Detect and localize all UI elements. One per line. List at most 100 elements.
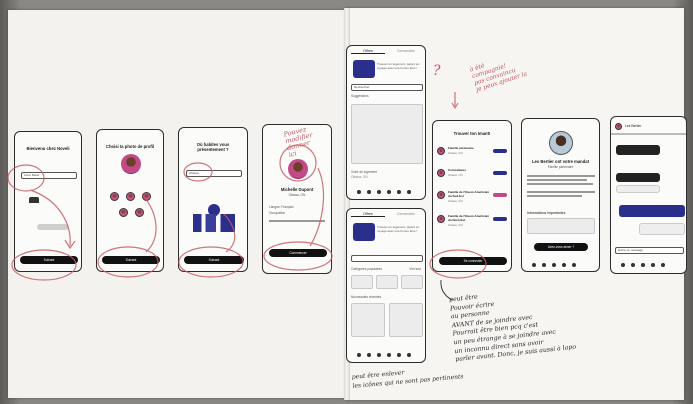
bottom-nav[interactable] <box>621 263 665 267</box>
text-line <box>527 179 587 181</box>
next-button[interactable]: Suivant <box>20 256 78 264</box>
bottom-nav[interactable] <box>532 263 576 267</box>
profile-avatar <box>121 154 141 174</box>
find-title: Trouver ton Imant! <box>453 131 491 136</box>
bottom-nav[interactable] <box>357 190 411 194</box>
phone-screen-photo: Choisi ta photo de profil Suivant <box>96 129 164 272</box>
avatar-option-1[interactable] <box>110 192 119 201</box>
hat-icon <box>29 197 39 203</box>
phone-screen-family-profile: Les Bertier ont votre mandat Famille par… <box>521 118 600 272</box>
match-name: Famille de l'Ouest-Américain du Nord-Est <box>448 214 490 222</box>
banner-illustration <box>353 60 375 78</box>
match-tag <box>493 149 507 153</box>
message-sent <box>639 223 685 235</box>
phone-screen-chat: Les Bertier Écrire un message <box>610 116 687 274</box>
location-title: Où habites vous présentement ? <box>196 142 230 152</box>
match-avatar <box>437 147 445 155</box>
category-card[interactable] <box>376 275 398 289</box>
match-name: Famille de l'Ouest-Américain du Sud-Est <box>448 190 490 198</box>
match-tag <box>493 217 507 221</box>
match-avatar <box>437 191 445 199</box>
question-mark-note: ? <box>433 63 441 79</box>
match-location: Ottawa, ON <box>448 173 463 177</box>
message-received <box>616 145 660 155</box>
tab-requests[interactable]: Demandes <box>389 212 423 216</box>
tab-offers[interactable]: Offres <box>351 49 385 54</box>
profile-name: Michelle Dupont <box>280 187 314 192</box>
like-button[interactable]: Avez-vous aimer ? <box>534 243 588 251</box>
divider <box>269 220 325 222</box>
phone-screen-home-categories: Offres Demandes Trouvez un logement, par… <box>346 208 426 363</box>
match-location: Ottawa, ON <box>448 151 463 155</box>
match-location: Ottawa, ON <box>448 223 463 227</box>
family-title: Les Bertier ont votre mandat <box>531 159 589 164</box>
avatar-option-4[interactable] <box>119 208 128 217</box>
avatar-option-3[interactable] <box>142 192 151 201</box>
connect-button[interactable]: Se connecter <box>439 257 507 265</box>
info-card <box>527 218 595 234</box>
next-button[interactable]: Suivant <box>184 256 244 264</box>
match-row[interactable]: Famille de l'Ouest-Américain du Nord-Est… <box>437 213 509 231</box>
see-all-link[interactable]: Voir tout <box>347 267 425 271</box>
photo-title: Choisi ta photo de profil <box>105 144 155 149</box>
search-input[interactable] <box>351 255 423 262</box>
match-avatar <box>437 169 445 177</box>
avatar-option-2[interactable] <box>126 192 135 201</box>
listing-location: Ottawa, ON <box>351 175 368 179</box>
family-subtitle: Famille partenaire <box>547 165 574 169</box>
text-line <box>527 183 593 185</box>
phone-screen-home-offers: Offres Demandes Trouvez un logement, par… <box>346 45 426 200</box>
text-line <box>527 191 595 193</box>
listing-title: Votre de logement <box>351 170 377 174</box>
match-tag <box>493 193 507 197</box>
profile-avatar <box>288 159 308 179</box>
toggle-pill[interactable] <box>37 224 69 230</box>
profile-language: Langue: Français <box>269 205 294 209</box>
next-button[interactable]: Suivant <box>102 256 160 264</box>
recent-card[interactable] <box>351 303 385 337</box>
city-input[interactable]: Ottawa <box>186 170 242 177</box>
message-received <box>616 173 660 182</box>
banner-title: Trouvez un logement, partez en voyage av… <box>377 62 420 70</box>
text-line <box>527 175 595 177</box>
phone-screen-find-match: Trouver ton Imant! Famille partenaire Ot… <box>432 120 512 272</box>
info-heading: Informations importantes <box>527 211 566 215</box>
suggestion-card[interactable] <box>351 104 423 164</box>
message-received <box>616 185 660 193</box>
header-divider <box>611 133 686 135</box>
match-tag <box>493 171 507 175</box>
match-name: Colocataires <box>448 168 467 172</box>
chat-avatar <box>615 123 622 130</box>
message-sent <box>619 205 685 217</box>
avatar-option-5[interactable] <box>135 208 144 217</box>
chat-header: Les Bertier <box>625 124 642 128</box>
recent-card[interactable] <box>389 303 423 337</box>
category-card[interactable] <box>401 275 423 289</box>
match-row[interactable]: Famille partenaire Ottawa, ON <box>437 145 509 163</box>
message-input[interactable]: Écrire un message <box>615 247 684 254</box>
phone-screen-welcome: Bienvenu chez Noveli Anne Marie Suivant <box>14 131 82 272</box>
name-input[interactable]: Anne Marie <box>21 172 77 179</box>
tab-requests[interactable]: Demandes <box>389 49 423 53</box>
bottom-nav[interactable] <box>357 353 411 357</box>
profile-location: Ottawa, ON <box>288 193 306 197</box>
phone-screen-location: Où habites vous présentement ? Ottawa Su… <box>178 127 248 272</box>
family-photo <box>549 131 573 155</box>
black-note-bottom: peut être Pouvoir écrire au personne AVA… <box>448 293 577 364</box>
welcome-title: Bienvenu chez Noveli <box>26 146 70 151</box>
match-name: Famille partenaire <box>448 146 474 150</box>
search-input[interactable]: Rechercher <box>351 84 423 91</box>
recent-heading: Nouveautés récentes <box>351 295 382 299</box>
match-location: Ottawa, ON <box>448 199 463 203</box>
banner-illustration <box>353 223 375 241</box>
match-row[interactable]: Colocataires Ottawa, ON <box>437 167 509 185</box>
text-line <box>527 195 582 197</box>
match-avatar <box>437 215 445 223</box>
banner-title: Trouvez un logement, partez en voyage av… <box>377 225 420 233</box>
match-row[interactable]: Famille de l'Ouest-Américain du Sud-Est … <box>437 189 509 207</box>
tab-offers[interactable]: Offres <box>351 212 385 217</box>
start-button[interactable]: Commencer <box>269 249 327 257</box>
city-skyline-illustration <box>193 214 235 232</box>
suggestions-heading: Suggestions <box>351 94 369 98</box>
category-card[interactable] <box>351 275 373 289</box>
